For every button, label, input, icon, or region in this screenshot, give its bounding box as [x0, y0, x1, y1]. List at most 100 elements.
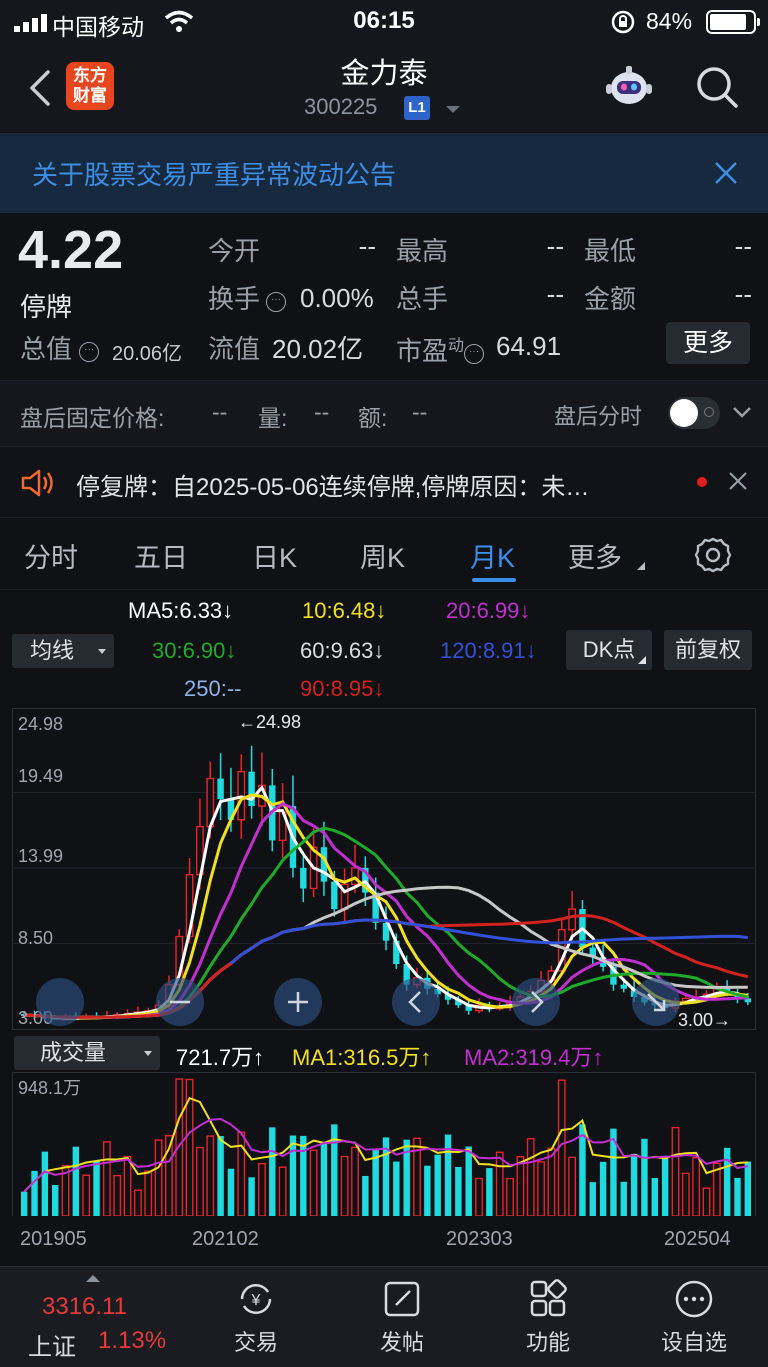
volume-bar [248, 1177, 255, 1216]
status-bar: 中国移动 06:15 84% [0, 0, 768, 44]
scroll-left-button[interactable] [392, 978, 440, 1026]
active-tab-indicator [472, 578, 516, 582]
volume-bar [196, 1146, 204, 1217]
chevron-down-icon[interactable] [446, 106, 460, 113]
adjust-button[interactable]: 前复权 [664, 630, 752, 670]
notice-text[interactable]: 停复牌：自2025-05-06连续停牌,停牌原因：未… [76, 467, 589, 502]
ma-line [229, 918, 748, 965]
volume-bar [41, 1151, 49, 1216]
scroll-right-button[interactable] [512, 978, 560, 1026]
caret-icon [638, 656, 646, 664]
open-label: 今开 [208, 236, 261, 266]
index-change[interactable]: 1.13% [98, 1327, 166, 1355]
suspension-notice[interactable]: 停复牌：自2025-05-06连续停牌,停牌原因：未… [0, 446, 768, 518]
nav-functions-label: 功能 [525, 1330, 570, 1355]
after-hours-volume-value: -- [314, 399, 330, 425]
nav-functions[interactable]: 功能 [488, 1279, 608, 1357]
quote-panel: 4.22 停牌 总值 ··· 20.06亿 今开 -- 最高 -- 最低 -- … [0, 213, 768, 379]
volume-bar [681, 1172, 690, 1217]
volume-bar [661, 1158, 669, 1216]
stock-header: 东方 财富 金力泰 300225 L1 [0, 44, 768, 132]
total-hands-value: -- [546, 279, 564, 309]
volume-bar [206, 1135, 215, 1217]
last-price: 4.22 [18, 220, 124, 280]
plus-icon [288, 992, 308, 1012]
level-badge[interactable]: L1 [404, 96, 430, 120]
y-tick-label: 13.99 [18, 846, 64, 866]
volume-bar [526, 1138, 535, 1217]
high-marker: ←24.98 [238, 712, 302, 732]
announcement-text[interactable]: 关于股票交易严重异常波动公告 [32, 155, 396, 192]
announcement-banner[interactable]: 关于股票交易严重异常波动公告 [0, 133, 768, 213]
volume-ma2: MA2:319.4万↑ [464, 1045, 604, 1070]
dropdown-caret-icon [98, 649, 106, 654]
volume-bar [599, 1161, 607, 1216]
nav-add-watchlist[interactable]: 设自选 [634, 1279, 754, 1357]
tab-five-day[interactable]: 五日 [134, 536, 188, 575]
volume-bar [154, 1139, 163, 1217]
after-hours-toggle[interactable] [668, 397, 720, 429]
volume-bar [475, 1177, 483, 1217]
info-icon[interactable]: ··· [266, 292, 287, 312]
expand-up-icon[interactable] [86, 1275, 100, 1282]
zoom-out-button[interactable] [156, 978, 204, 1026]
chevron-down-icon[interactable] [732, 405, 752, 419]
tab-daily-k[interactable]: 日K [252, 536, 297, 575]
jump-latest-button[interactable] [632, 978, 680, 1026]
search-icon[interactable] [694, 64, 740, 110]
volume-bar [351, 1146, 359, 1217]
candle-body [568, 908, 576, 931]
zoom-in-button[interactable] [274, 978, 322, 1026]
scroll-left-fast-button[interactable] [36, 978, 84, 1026]
nav-add-watchlist-label: 设自选 [660, 1330, 727, 1355]
after-hours-volume-label: 量: [258, 405, 288, 431]
nav-trade[interactable]: ¥ 交易 [196, 1279, 316, 1357]
index-value[interactable]: 3316.11 [42, 1293, 127, 1321]
tab-weekly-k[interactable]: 周K [360, 536, 405, 575]
dk-point-button[interactable]: DK点 [566, 630, 652, 670]
ma90-value: 90:8.95↓ [300, 676, 385, 701]
volume-bar [692, 1157, 701, 1217]
amount-value: -- [734, 279, 752, 309]
info-icon[interactable]: ··· [464, 344, 485, 364]
rotation-lock-icon [611, 10, 635, 34]
caret-icon [637, 562, 645, 570]
indicator-select[interactable]: 均线 [12, 634, 114, 668]
close-icon[interactable] [728, 471, 748, 491]
tab-more[interactable]: 更多 [568, 536, 622, 575]
high-label: 最高 [396, 236, 449, 266]
volume-indicator-select[interactable]: 成交量 [14, 1036, 160, 1070]
volume-chart[interactable] [12, 1072, 756, 1217]
volume-bar [93, 1161, 100, 1216]
volume-bar [393, 1161, 400, 1216]
tab-timeshare[interactable]: 分时 [24, 536, 78, 575]
volume-bar [51, 1185, 59, 1216]
after-hours-price-label: 盘后固定价格: [20, 405, 165, 431]
tab-monthly-k[interactable]: 月K [470, 536, 515, 575]
volume-bar [516, 1156, 525, 1217]
info-icon[interactable]: ··· [79, 342, 100, 362]
volume-bar [362, 1175, 369, 1216]
y-tick-label: 19.49 [18, 766, 64, 786]
close-icon[interactable] [712, 159, 740, 187]
nav-post[interactable]: 发帖 [342, 1279, 462, 1357]
candle-body [331, 881, 338, 910]
gear-icon[interactable] [694, 536, 732, 574]
index-name[interactable]: 上证 [28, 1327, 76, 1362]
volume-svg[interactable] [13, 1073, 755, 1217]
volume-bar [123, 1155, 132, 1217]
amount-label: 金额 [584, 284, 637, 314]
battery-percent: 84% [646, 8, 693, 34]
volume-bar [651, 1178, 658, 1216]
volume-bar [723, 1147, 731, 1216]
volume-bar [702, 1187, 711, 1217]
volume-bar [340, 1155, 349, 1217]
after-hours-timeshare-label: 盘后分时 [554, 404, 643, 429]
after-hours-amount-label: 额: [358, 405, 388, 431]
volume-bar [744, 1161, 752, 1216]
volume-bar [641, 1138, 648, 1216]
more-button[interactable]: 更多 [666, 322, 750, 364]
assistant-robot-icon[interactable] [604, 64, 654, 112]
chevron-right-icon [531, 991, 544, 1013]
trading-status: 停牌 [20, 292, 73, 322]
